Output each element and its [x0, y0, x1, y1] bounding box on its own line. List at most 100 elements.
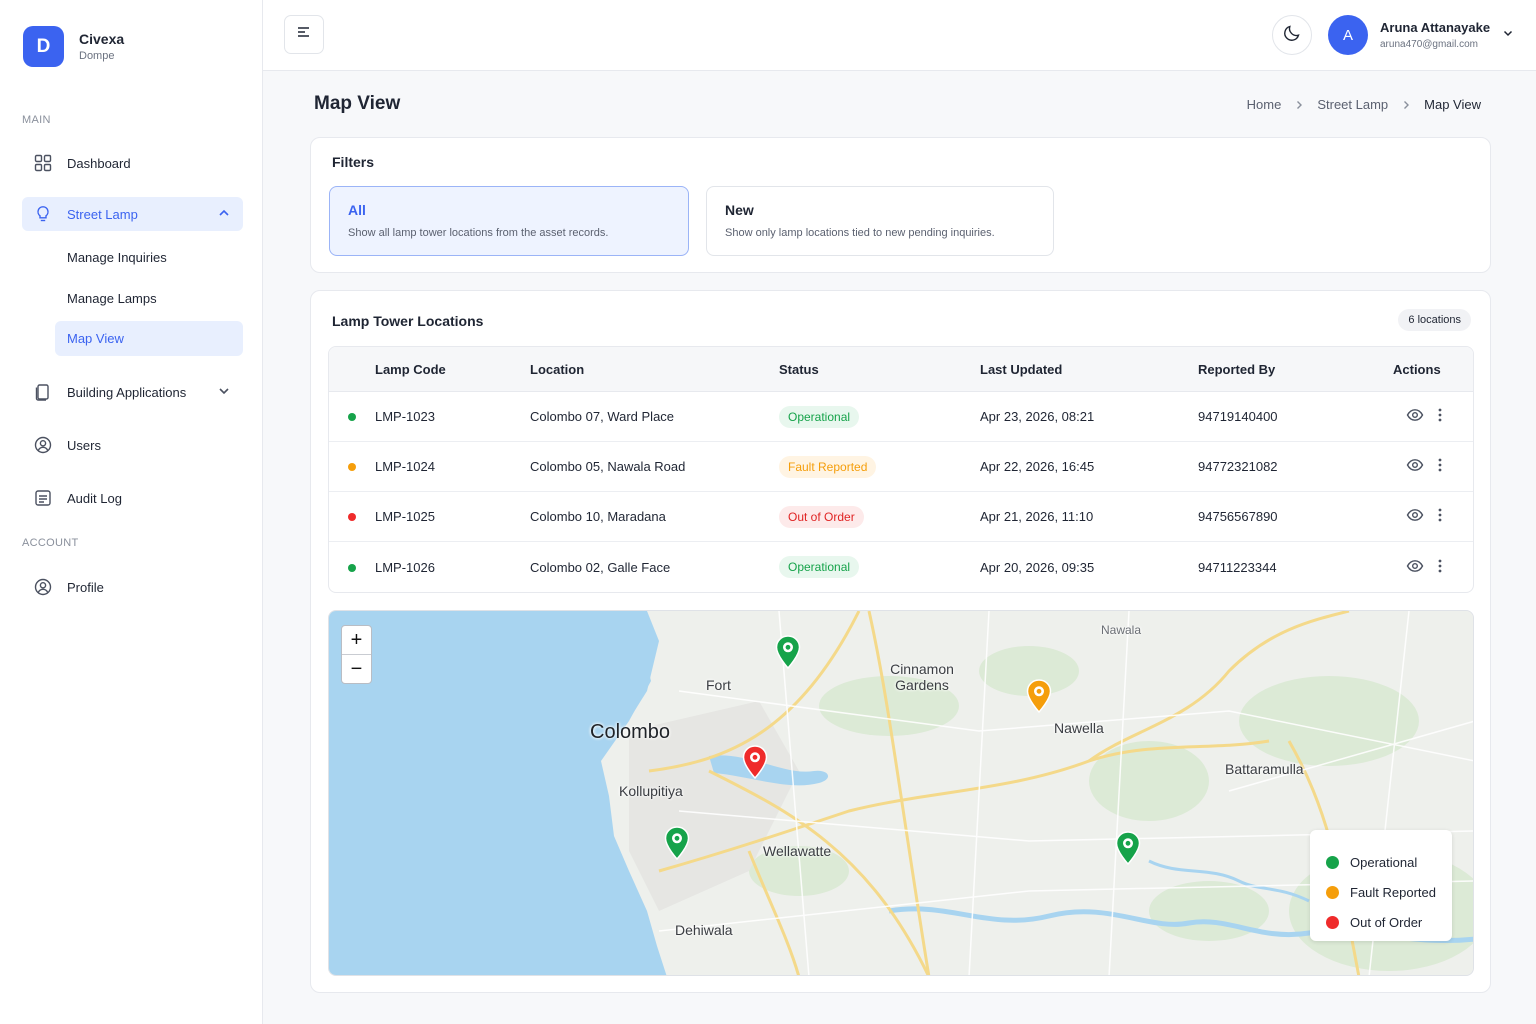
- theme-toggle-button[interactable]: [1272, 15, 1312, 55]
- map-label-nawala: Nawala: [1101, 623, 1142, 637]
- sidebar-item-label: Building Applications: [67, 384, 187, 400]
- reported-by-cell: 94756567890: [1198, 492, 1393, 542]
- status-cell: Fault Reported: [779, 442, 980, 492]
- view-eye-icon[interactable]: [1406, 408, 1424, 422]
- sidebar-item-users[interactable]: Users: [22, 428, 243, 462]
- legend-label: Out of Order: [1350, 914, 1423, 930]
- lamp-code-cell: LMP-1025: [375, 492, 530, 542]
- view-eye-icon[interactable]: [1406, 508, 1424, 522]
- last-updated-cell: Apr 21, 2026, 11:10: [980, 492, 1198, 542]
- zoom-in-button[interactable]: +: [342, 626, 371, 655]
- map-label-wellawatte: Wellawatte: [763, 843, 832, 859]
- reported-by-cell: 94719140400: [1198, 392, 1393, 442]
- section-label-account: ACCOUNT: [22, 537, 79, 549]
- locations-count-badge: 6 locations: [1398, 309, 1471, 331]
- last-updated-cell: Apr 20, 2026, 09:35: [980, 559, 1095, 575]
- location-cell: Colombo 02, Galle Face: [530, 559, 671, 575]
- brand[interactable]: D Civexa Dompe: [23, 26, 124, 67]
- status-badge: Operational: [779, 405, 860, 428]
- map-pin-icon[interactable]: [1115, 831, 1141, 866]
- view-eye-icon[interactable]: [1406, 458, 1424, 472]
- more-vertical-icon[interactable]: [1438, 559, 1442, 573]
- brand-logo: D: [23, 26, 64, 67]
- more-vertical-icon[interactable]: [1438, 458, 1442, 472]
- map-view[interactable]: + − Colombo Fort Cinnamon Gardens Nawell…: [328, 610, 1474, 976]
- user-circle-icon: [34, 436, 52, 454]
- sidebar-item-audit-log[interactable]: Audit Log: [22, 481, 243, 515]
- sidebar-item-label: Street Lamp: [67, 206, 138, 222]
- map-pin-icon[interactable]: [742, 745, 768, 780]
- sidebar-item-street-lamp[interactable]: Street Lamp: [22, 197, 243, 231]
- sidebar-item-label: Dashboard: [67, 155, 131, 171]
- legend-dot: [1326, 915, 1339, 929]
- table-header-row: Lamp Code Location Status Last Updated R…: [329, 347, 1473, 392]
- sidebar-item-label: Profile: [67, 579, 104, 595]
- filter-option-desc: Show all lamp tower locations from the a…: [348, 227, 609, 239]
- breadcrumb-current: Map View: [1424, 97, 1481, 112]
- menu-icon: [296, 25, 312, 44]
- status-cell: Operational: [779, 392, 980, 442]
- map-pin-icon[interactable]: [664, 826, 690, 861]
- legend-item-fault-reported: Fault Reported: [1326, 877, 1452, 907]
- table-row: LMP-1023 Colombo 07, Ward Place Operationa…: [329, 392, 1473, 442]
- more-vertical-icon[interactable]: [1438, 408, 1442, 422]
- status-cell: Out of Order: [779, 492, 980, 542]
- sidebar-subitem-manage-inquiries[interactable]: Manage Inquiries: [55, 240, 243, 275]
- last-updated-cell: Apr 22, 2026, 16:45: [980, 442, 1198, 492]
- zoom-out-button[interactable]: −: [342, 655, 371, 684]
- chevron-down-icon: [1502, 26, 1514, 44]
- status-indicator-cell: [329, 492, 375, 542]
- map-legend: Operational Fault Reported Out of Order: [1310, 830, 1452, 941]
- view-eye-icon[interactable]: [1406, 559, 1424, 573]
- sidebar-subitem-manage-lamps[interactable]: Manage Lamps: [55, 281, 243, 316]
- legend-dot: [1326, 855, 1339, 869]
- map-label-dehiwala: Dehiwala: [675, 922, 733, 938]
- column-header-location: Location: [530, 347, 779, 392]
- filter-option-new[interactable]: New Show only lamp locations tied to new…: [706, 186, 1054, 256]
- column-header-status: Status: [779, 347, 980, 392]
- status-indicator-cell: [329, 392, 375, 442]
- column-header-indicator: [329, 347, 375, 392]
- brand-name: Civexa: [79, 31, 125, 47]
- sidebar-subitem-map-view[interactable]: Map View: [55, 321, 243, 356]
- status-dot: [348, 563, 356, 572]
- map-pin-icon[interactable]: [1026, 679, 1052, 714]
- actions-cell: [1393, 492, 1473, 542]
- last-updated-cell: Apr 23, 2026, 08:21: [980, 392, 1198, 442]
- more-vertical-icon[interactable]: [1438, 508, 1442, 522]
- lamp-locations-card: Lamp Tower Locations 6 locations Lamp Co…: [310, 290, 1491, 993]
- breadcrumb-street-lamp[interactable]: Street Lamp: [1317, 97, 1388, 112]
- map-label-nawella: Nawella: [1054, 720, 1104, 736]
- status-dot: [348, 413, 356, 421]
- menu-toggle-button[interactable]: [284, 15, 324, 54]
- actions-cell: [1393, 542, 1473, 592]
- status-dot: [348, 463, 356, 471]
- map-label-fort: Fort: [706, 677, 731, 693]
- location-cell: Colombo 05, Nawala Road: [530, 442, 779, 492]
- profile-icon: [34, 578, 52, 596]
- sidebar-item-label: Audit Log: [67, 490, 122, 506]
- chevron-right-icon: [1294, 100, 1304, 110]
- avatar: A: [1328, 15, 1368, 55]
- moon-icon: [1283, 24, 1301, 47]
- legend-item-operational: Operational: [1326, 847, 1452, 877]
- filters-title: Filters: [332, 154, 375, 170]
- legend-label: Operational: [1350, 854, 1418, 870]
- column-header-reported-by: Reported By: [1198, 347, 1393, 392]
- filter-option-all[interactable]: All Show all lamp tower locations from t…: [329, 186, 689, 256]
- sidebar-item-dashboard[interactable]: Dashboard: [22, 146, 243, 180]
- locations-table: Lamp Code Location Status Last Updated R…: [328, 346, 1474, 593]
- location-cell: Colombo 10, Maradana: [530, 492, 779, 542]
- legend-item-out-of-order: Out of Order: [1326, 907, 1452, 937]
- brand-subtitle: Dompe: [79, 50, 115, 62]
- chevron-up-icon: [217, 206, 231, 223]
- breadcrumb-home[interactable]: Home: [1247, 97, 1282, 112]
- user-email: aruna470@gmail.com: [1380, 39, 1478, 50]
- sidebar-item-profile[interactable]: Profile: [22, 570, 243, 604]
- map-pin-icon[interactable]: [775, 635, 801, 670]
- sidebar-item-label: Users: [67, 437, 101, 453]
- status-indicator-cell: [329, 442, 375, 492]
- sidebar-item-building-applications[interactable]: Building Applications: [22, 375, 243, 409]
- user-menu[interactable]: A Aruna Attanayake aruna470@gmail.com: [1328, 15, 1514, 55]
- map-label-cinnamon-gardens: Cinnamon Gardens: [890, 661, 954, 693]
